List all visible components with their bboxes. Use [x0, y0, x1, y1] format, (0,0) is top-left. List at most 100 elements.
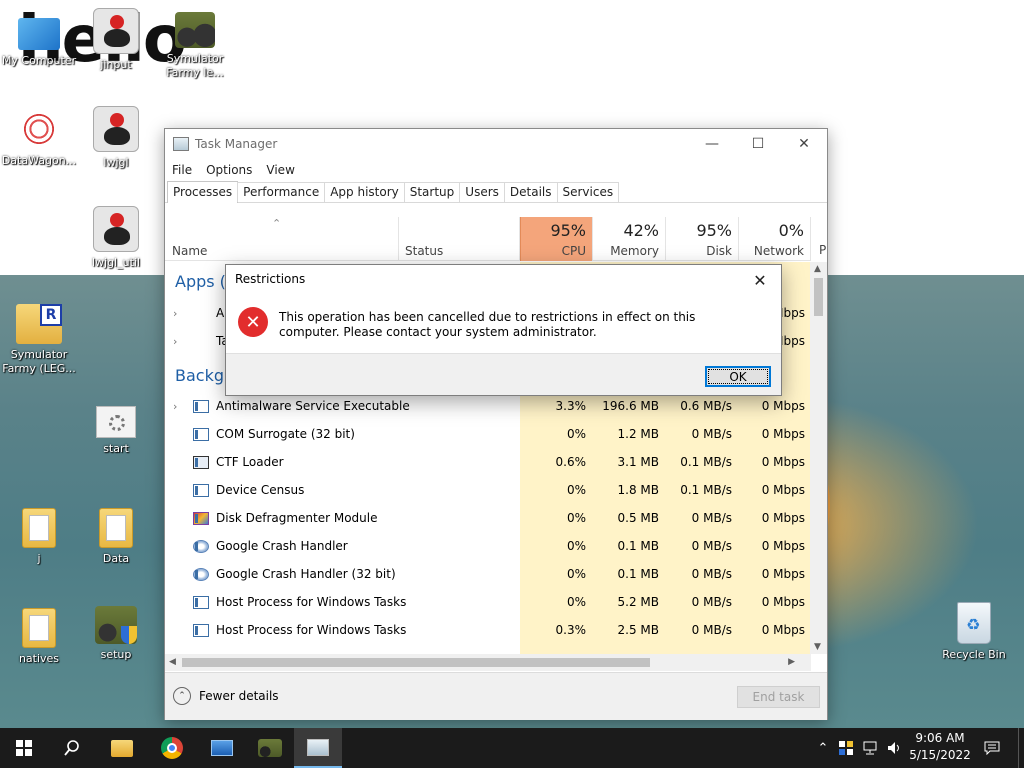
- menu-view[interactable]: View: [266, 163, 294, 177]
- maximize-button[interactable]: ☐: [735, 129, 781, 159]
- desktop-icon-my-computer[interactable]: My Computer: [0, 10, 82, 68]
- search-button[interactable]: [48, 728, 96, 768]
- chrome-icon: [161, 737, 183, 759]
- cpu-label: CPU: [561, 244, 586, 258]
- taskbar-symulator-farmy[interactable]: [246, 728, 294, 768]
- tab-performance[interactable]: Performance: [237, 182, 326, 202]
- restrictions-dialog: Restrictions ✕ ✕ This operation has been…: [225, 264, 782, 396]
- vertical-scrollbar[interactable]: ▲ ▼: [810, 262, 827, 654]
- desktop-icon-recycle-bin[interactable]: ♻ Recycle Bin: [931, 602, 1017, 662]
- show-desktop-button[interactable]: [1018, 728, 1024, 768]
- desktop-icon-natives[interactable]: natives: [0, 604, 82, 666]
- disk-percent: 95%: [696, 221, 732, 240]
- desktop-icon-label: My Computer: [1, 54, 77, 67]
- menu-file[interactable]: File: [172, 163, 192, 177]
- cpu-value: 0.6%: [555, 455, 587, 469]
- column-memory[interactable]: 42% Memory: [593, 217, 666, 261]
- table-row[interactable]: › Antimalware Service Executable 3.3% 19…: [165, 393, 811, 421]
- desktop-icon-label: Recycle Bin: [942, 648, 1006, 661]
- clock[interactable]: 9:06 AM 5/15/2022: [906, 730, 974, 764]
- desktop-icon-data[interactable]: Data: [73, 504, 159, 566]
- desktop-icon-start[interactable]: start: [73, 406, 159, 456]
- chevron-right-icon[interactable]: ›: [173, 400, 177, 413]
- table-row[interactable]: Host Process for Windows Tasks 0% 5.2 MB…: [165, 589, 811, 617]
- shortcut-r-icon: R: [16, 304, 62, 344]
- desktop-icon-lwjgl[interactable]: lwjgl: [73, 106, 159, 170]
- taskbar-file-explorer[interactable]: [98, 728, 146, 768]
- desktop-icon-j[interactable]: j: [0, 504, 82, 566]
- column-cpu[interactable]: 95% CPU: [520, 217, 593, 261]
- table-row[interactable]: Disk Defragmenter Module 0% 0.5 MB 0 MB/…: [165, 505, 811, 533]
- tab-app-history[interactable]: App history: [324, 182, 405, 202]
- task-manager-icon: [307, 738, 329, 756]
- desktop-icon-symulator-farmy-le[interactable]: Symulator Farmy le...: [152, 12, 238, 80]
- process-window-icon: [193, 596, 209, 609]
- tray-security-icon[interactable]: [836, 728, 856, 768]
- desktop-icon-jinput[interactable]: jinput: [73, 8, 159, 72]
- defrag-icon: [193, 512, 209, 525]
- notifications-icon[interactable]: [980, 728, 1004, 768]
- process-name: COM Surrogate (32 bit): [216, 427, 355, 441]
- taskbar-remote-app[interactable]: [198, 728, 246, 768]
- taskbar-chrome[interactable]: [148, 728, 196, 768]
- menu-options[interactable]: Options: [206, 163, 252, 177]
- disk-label: Disk: [706, 244, 732, 258]
- column-power-partial[interactable]: P: [819, 243, 826, 257]
- dialog-title: Restrictions: [235, 272, 306, 286]
- vertical-scroll-thumb[interactable]: [814, 278, 823, 316]
- tab-users[interactable]: Users: [459, 182, 505, 202]
- folder-icon: [22, 608, 56, 648]
- table-row[interactable]: COM Surrogate (32 bit) 0% 1.2 MB 0 MB/s …: [165, 421, 811, 449]
- disk-value: 0.1 MB/s: [680, 483, 732, 497]
- ok-button[interactable]: OK: [705, 366, 771, 387]
- cpu-percent: 95%: [550, 221, 586, 240]
- horizontal-scrollbar[interactable]: ◀ ▶: [165, 654, 811, 671]
- minimize-button[interactable]: —: [689, 129, 735, 159]
- taskbar-task-manager[interactable]: [294, 728, 342, 768]
- table-row[interactable]: Host Process for Windows Tasks 0.3% 2.5 …: [165, 617, 811, 645]
- desktop-icon-label: Symulator Farmy le...: [166, 52, 224, 79]
- task-manager-window: Task Manager — ☐ ✕ File Options View Pro…: [164, 128, 828, 720]
- tab-services[interactable]: Services: [556, 182, 620, 202]
- horizontal-scroll-thumb[interactable]: [182, 658, 650, 667]
- column-disk[interactable]: 95% Disk: [666, 217, 739, 261]
- scroll-down-icon[interactable]: ▼: [814, 642, 821, 652]
- scroll-right-icon[interactable]: ▶: [788, 657, 795, 667]
- desktop-icon-setup[interactable]: setup: [73, 606, 159, 662]
- column-status[interactable]: Status: [399, 217, 520, 261]
- table-row[interactable]: CTF Loader 0.6% 3.1 MB 0.1 MB/s 0 Mbps: [165, 449, 811, 477]
- close-button[interactable]: ✕: [781, 129, 827, 159]
- end-task-button[interactable]: End task: [737, 686, 820, 708]
- scroll-up-icon[interactable]: ▲: [814, 264, 821, 274]
- chevron-right-icon[interactable]: ›: [173, 335, 177, 348]
- column-name-label: Name: [172, 244, 208, 258]
- tab-processes[interactable]: Processes: [167, 181, 239, 203]
- tab-startup[interactable]: Startup: [403, 182, 461, 202]
- network-icon[interactable]: [860, 728, 882, 768]
- folder-icon: [22, 508, 56, 548]
- scroll-left-icon[interactable]: ◀: [169, 657, 176, 667]
- desktop-icon-symulator-farmy-leg[interactable]: R Symulator Farmy (LEG...: [0, 304, 82, 376]
- desktop-icon-datawagon[interactable]: DataWagon...: [0, 108, 82, 168]
- start-button[interactable]: [0, 728, 48, 768]
- column-network[interactable]: 0% Network: [739, 217, 811, 261]
- fewer-details-button[interactable]: ⌃ Fewer details: [173, 687, 279, 705]
- chevron-right-icon[interactable]: ›: [173, 307, 177, 320]
- tray-chevron-up-icon[interactable]: ⌃: [812, 728, 834, 768]
- dialog-close-button[interactable]: ✕: [745, 269, 775, 291]
- footer: ⌃ Fewer details End task: [165, 672, 827, 720]
- memory-value: 0.1 MB: [617, 539, 659, 553]
- table-row[interactable]: Device Census 0% 1.8 MB 0.1 MB/s 0 Mbps: [165, 477, 811, 505]
- desktop-icon-label: setup: [100, 648, 132, 661]
- table-row[interactable]: Google Crash Handler (32 bit) 0% 0.1 MB …: [165, 561, 811, 589]
- tractor-icon: [175, 12, 215, 48]
- folder-icon: [111, 739, 133, 757]
- column-name[interactable]: ⌃ Name: [165, 217, 399, 261]
- volume-icon[interactable]: [884, 728, 906, 768]
- close-icon: ✕: [753, 270, 767, 290]
- tab-details[interactable]: Details: [503, 182, 558, 202]
- process-name: Device Census: [216, 483, 305, 497]
- table-row[interactable]: Google Crash Handler 0% 0.1 MB 0 MB/s 0 …: [165, 533, 811, 561]
- java-icon: [93, 8, 139, 54]
- desktop-icon-lwjgl-util[interactable]: lwjgl_util: [73, 206, 159, 270]
